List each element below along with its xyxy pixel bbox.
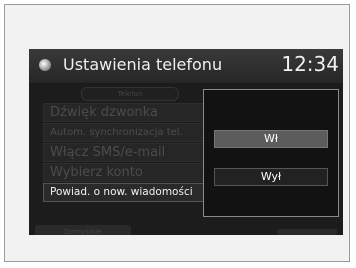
option-popup: Wł Wył bbox=[203, 89, 339, 217]
list-item-enable-sms-email[interactable]: Włącz SMS/e-mail bbox=[43, 143, 207, 162]
display-screen: Ustawienia telefonu 12:34 Telefon Dźwięk… bbox=[29, 49, 343, 235]
bottom-right-button[interactable] bbox=[277, 229, 337, 235]
settings-list: Telefon Dźwięk dzwonka Autom. synchroniz… bbox=[29, 83, 209, 235]
list-item-select-account[interactable]: Wybierz konto bbox=[43, 163, 207, 182]
figure-frame: Ustawienia telefonu 12:34 Telefon Dźwięk… bbox=[4, 4, 350, 262]
clock: 12:34 bbox=[281, 52, 339, 76]
option-on[interactable]: Wł bbox=[214, 130, 328, 148]
list-item-ringtone[interactable]: Dźwięk dzwonka bbox=[43, 103, 207, 122]
default-button[interactable]: Domyślnie bbox=[35, 225, 131, 235]
home-icon[interactable] bbox=[39, 59, 51, 71]
title-bar: Ustawienia telefonu 12:34 bbox=[29, 49, 343, 83]
tab-telefon[interactable]: Telefon bbox=[81, 87, 179, 101]
list-item-new-message-notification[interactable]: Powiad. o now. wiadomości bbox=[43, 183, 207, 202]
option-off[interactable]: Wył bbox=[214, 168, 328, 186]
screen-title: Ustawienia telefonu bbox=[63, 55, 223, 74]
list-item-auto-sync[interactable]: Autom. synchronizacja tel. bbox=[43, 123, 207, 142]
